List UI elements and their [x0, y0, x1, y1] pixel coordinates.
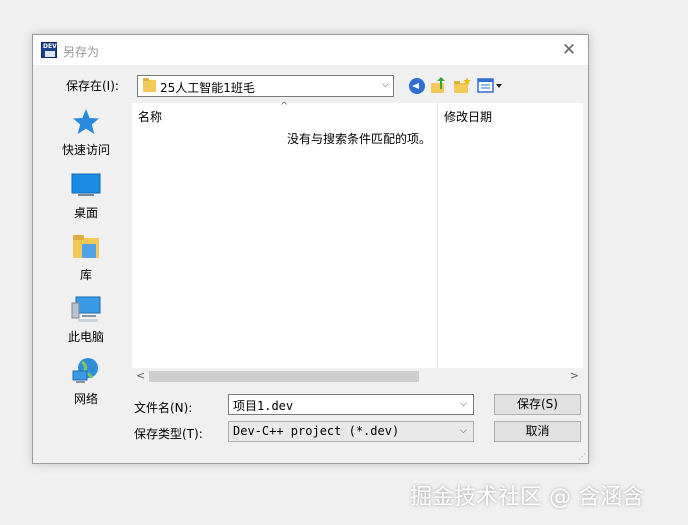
view-menu-icon [477, 78, 502, 93]
horizontal-scrollbar[interactable]: < > [132, 368, 583, 386]
filename-label: 文件名(N): [134, 401, 193, 415]
save-button[interactable]: 保存(S) [494, 394, 581, 415]
scroll-right-icon[interactable]: > [570, 369, 579, 382]
watermark: 掘金技术社区 @ 含涵含 [410, 485, 644, 510]
devcpp-app-icon: DEV [41, 42, 57, 58]
computer-icon [71, 296, 101, 322]
cancel-button[interactable]: 取消 [494, 421, 581, 442]
sort-ascending-icon: ^ [280, 101, 289, 112]
save-as-dialog: DEV 另存为 ✕ 保存在(I): 25人工智能1班毛 ⌵ 快速访问 桌面 库 … [32, 34, 589, 464]
column-header-modified[interactable]: 修改日期 [444, 108, 492, 125]
place-label: 网络 [73, 392, 98, 406]
place-network[interactable]: 网络 [41, 356, 131, 407]
desktop-icon [71, 173, 101, 196]
title-bar: DEV 另存为 ✕ [33, 35, 588, 65]
back-icon [409, 78, 425, 94]
places-bar: 快速访问 桌面 库 此电脑 网络 [41, 103, 131, 463]
back-button[interactable] [407, 76, 427, 96]
place-label: 库 [79, 268, 92, 282]
save-in-value: 25人工智能1班毛 [160, 81, 255, 95]
library-icon [73, 235, 99, 258]
view-menu-button[interactable] [477, 76, 505, 96]
network-icon [72, 358, 98, 383]
resize-grip-icon[interactable]: ⋰ [578, 453, 586, 461]
new-folder-icon [454, 77, 471, 93]
filename-input[interactable]: 项目1.dev [228, 394, 474, 415]
save-in-label: 保存在(I): [66, 79, 119, 93]
chevron-down-icon[interactable]: ⌵ [460, 426, 467, 436]
save-in-dropdown[interactable]: 25人工智能1班毛 ⌵ [137, 75, 394, 97]
filetype-dropdown[interactable]: Dev-C++ project (*.dev) [228, 421, 474, 442]
scrollbar-thumb[interactable] [149, 371, 419, 382]
place-label: 桌面 [73, 206, 98, 220]
close-icon[interactable]: ✕ [558, 39, 580, 61]
folder-icon [143, 78, 156, 92]
chevron-down-icon[interactable]: ⌵ [460, 399, 467, 409]
place-desktop[interactable]: 桌面 [41, 170, 131, 221]
chevron-down-icon: ⌵ [382, 80, 389, 90]
up-folder-icon [431, 77, 445, 93]
place-label: 快速访问 [61, 143, 110, 157]
new-folder-button[interactable] [452, 76, 472, 96]
up-folder-button[interactable] [429, 76, 449, 96]
place-this-pc[interactable]: 此电脑 [41, 294, 131, 345]
column-divider [437, 103, 438, 368]
star-icon [73, 109, 99, 134]
file-list[interactable]: ^ 名称 修改日期 没有与搜索条件匹配的项。 < > [132, 101, 583, 386]
column-header-name[interactable]: 名称 [138, 108, 162, 125]
dialog-title: 另存为 [63, 45, 100, 59]
place-label: 此电脑 [67, 330, 104, 344]
scroll-left-icon[interactable]: < [136, 369, 145, 382]
filetype-label: 保存类型(T): [134, 427, 203, 441]
place-library[interactable]: 库 [41, 232, 131, 283]
place-quick-access[interactable]: 快速访问 [41, 107, 131, 158]
empty-message: 没有与搜索条件匹配的项。 [287, 132, 432, 146]
